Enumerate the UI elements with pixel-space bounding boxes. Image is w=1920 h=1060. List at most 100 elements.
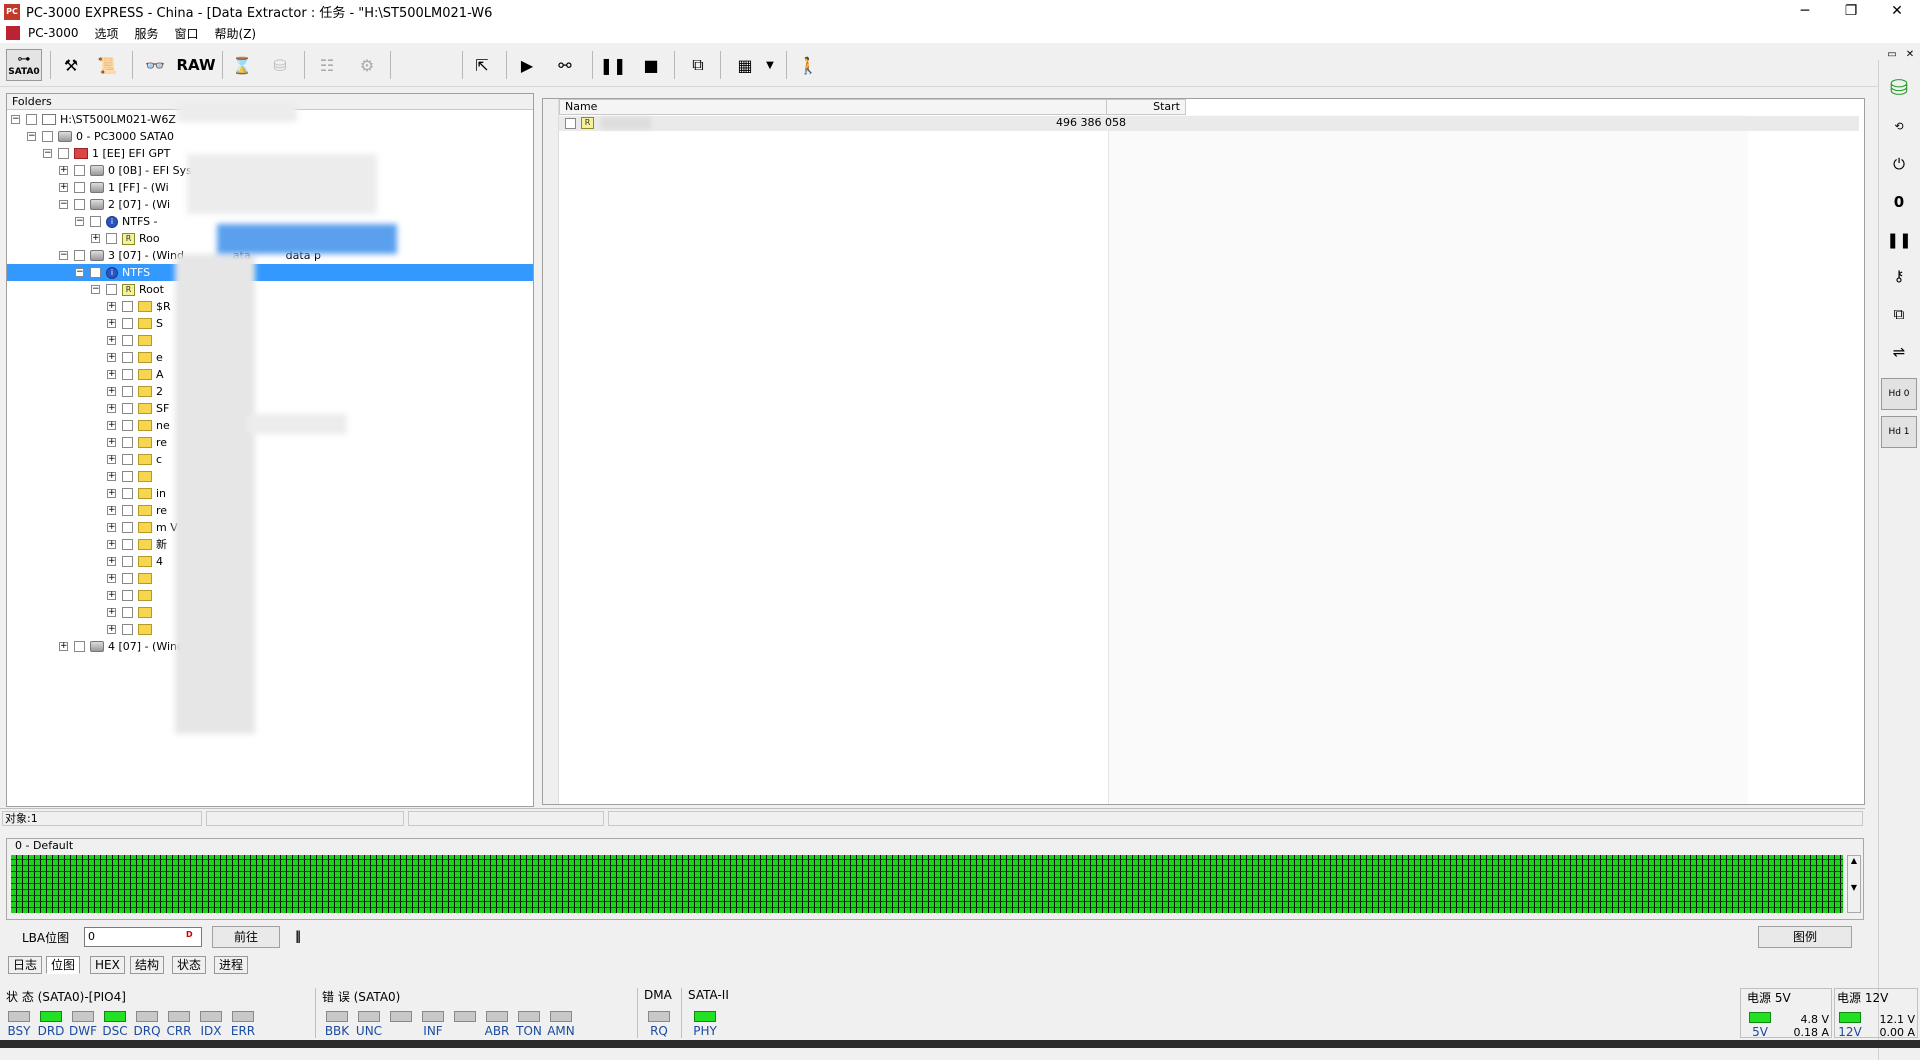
minimize-button[interactable]: ─	[1782, 0, 1828, 23]
tab-bitmap[interactable]: 位图	[46, 956, 81, 974]
tree-row[interactable]: + in	[7, 485, 166, 502]
sata-port-button[interactable]: ⊶ SATA0	[6, 49, 42, 81]
tree-checkbox[interactable]	[122, 573, 133, 584]
tree-checkbox[interactable]	[122, 301, 133, 312]
cable-icon[interactable]: ⇌	[1881, 336, 1917, 368]
expand-icon[interactable]: +	[91, 234, 100, 243]
tree-row[interactable]: +	[7, 587, 156, 604]
reset-icon[interactable]: ⟲	[1881, 110, 1917, 142]
view-mode-icon[interactable]: ▦	[728, 49, 762, 81]
expand-icon[interactable]: +	[107, 387, 116, 396]
tree-row[interactable]: +	[7, 332, 156, 349]
collapse-icon[interactable]: −	[75, 268, 84, 277]
tree-checkbox[interactable]	[122, 505, 133, 516]
tree-checkbox[interactable]	[122, 488, 133, 499]
lba-input[interactable]: 0	[84, 927, 202, 947]
menu-window[interactable]: 窗口	[167, 25, 207, 42]
play-icon[interactable]: ▶	[514, 49, 540, 81]
tree-row[interactable]: + $R	[7, 298, 171, 315]
tree-row[interactable]: +4 [07] - (Wind	[7, 638, 184, 655]
tree-checkbox[interactable]	[122, 607, 133, 618]
expand-icon[interactable]: +	[107, 370, 116, 379]
expand-icon[interactable]: +	[107, 302, 116, 311]
tree-checkbox[interactable]	[90, 216, 101, 227]
tree-checkbox[interactable]	[106, 284, 117, 295]
collapse-icon[interactable]: −	[59, 200, 68, 209]
tab-hex[interactable]: HEX	[90, 956, 125, 974]
restore-button[interactable]: ❐	[1828, 0, 1874, 23]
expand-icon[interactable]: +	[107, 608, 116, 617]
tab-structure[interactable]: 结构	[130, 956, 165, 974]
collapse-icon[interactable]: −	[27, 132, 36, 141]
tree-row[interactable]: + re	[7, 434, 167, 451]
menu-help[interactable]: 帮助(Z)	[207, 25, 265, 42]
close-button[interactable]: ✕	[1874, 0, 1920, 23]
tools-icon[interactable]: ⚒	[58, 49, 84, 81]
collapse-icon[interactable]: −	[11, 115, 20, 124]
tree-row[interactable]: +2	[7, 383, 163, 400]
tab-process[interactable]: 进程	[214, 956, 249, 974]
stop-icon[interactable]: ■	[638, 49, 664, 81]
tree-row[interactable]: − i NTFS -	[7, 213, 158, 230]
menu-service[interactable]: 服务	[127, 25, 167, 42]
pause-side-icon[interactable]: ❚❚	[1881, 224, 1917, 256]
tree-checkbox[interactable]	[122, 471, 133, 482]
hd0-icon[interactable]: Hd 0	[1881, 378, 1917, 410]
tree-checkbox[interactable]	[74, 165, 85, 176]
expand-icon[interactable]: +	[107, 557, 116, 566]
tree-row[interactable]: +	[7, 604, 156, 621]
lba-bitmap-grid[interactable]	[11, 855, 1843, 913]
copy-icon[interactable]: ⧉	[1881, 298, 1917, 330]
network-icon[interactable]: ⚯	[548, 49, 582, 81]
tree-checkbox[interactable]	[42, 131, 53, 142]
tree-checkbox[interactable]	[122, 522, 133, 533]
tree-checkbox[interactable]	[106, 233, 117, 244]
tree-checkbox[interactable]	[122, 556, 133, 567]
expand-icon[interactable]: +	[107, 591, 116, 600]
tree-checkbox[interactable]	[122, 403, 133, 414]
expand-icon[interactable]: +	[107, 438, 116, 447]
menu-options[interactable]: 选项	[86, 25, 126, 42]
binoculars-icon[interactable]: 👓	[142, 49, 168, 81]
tree-checkbox[interactable]	[74, 199, 85, 210]
expand-icon[interactable]: +	[107, 506, 116, 515]
tab-log[interactable]: 日志	[8, 956, 43, 974]
expand-icon[interactable]: +	[107, 489, 116, 498]
tree-row[interactable]: +	[7, 468, 156, 485]
tree-row[interactable]: − i NTFS	[7, 264, 533, 281]
expand-icon[interactable]: +	[107, 625, 116, 634]
tree-checkbox[interactable]	[122, 386, 133, 397]
tree-checkbox[interactable]	[58, 148, 69, 159]
list-item[interactable]: R 496 386 058	[559, 116, 1859, 131]
tree-row[interactable]: − 0 - PC3000 SATA0	[7, 128, 174, 145]
power-plug-icon[interactable]: ⏻	[1881, 148, 1917, 180]
tree-checkbox[interactable]	[74, 182, 85, 193]
tree-checkbox[interactable]	[122, 420, 133, 431]
tree-row[interactable]: − 1 [EE] EFI GPT	[7, 145, 170, 162]
hd1-icon[interactable]: Hd 1	[1881, 416, 1917, 448]
expand-icon[interactable]: +	[107, 472, 116, 481]
tree-checkbox[interactable]	[122, 437, 133, 448]
expand-icon[interactable]: +	[107, 540, 116, 549]
tree-checkbox[interactable]	[122, 318, 133, 329]
collapse-icon[interactable]: −	[75, 217, 84, 226]
tree-row[interactable]: + e	[7, 349, 163, 366]
pause-bitmap-button[interactable]: ‖	[286, 926, 310, 948]
tab-status[interactable]: 状态	[172, 956, 207, 974]
tree-row[interactable]: + ne	[7, 417, 170, 434]
tree-checkbox[interactable]	[90, 267, 101, 278]
export-icon[interactable]: ⇱	[468, 49, 496, 81]
tree-row[interactable]: +	[7, 621, 156, 638]
chevron-down-icon[interactable]: ▼	[762, 49, 778, 81]
decimal-toggle-icon[interactable]: D	[186, 930, 193, 939]
hourglass-drive-icon[interactable]: ⌛	[228, 49, 256, 81]
list-item-checkbox[interactable]	[565, 118, 576, 129]
collapse-icon[interactable]: −	[91, 285, 100, 294]
tree-checkbox[interactable]	[122, 454, 133, 465]
expand-icon[interactable]: +	[107, 574, 116, 583]
column-start-header[interactable]: Start	[1106, 99, 1186, 115]
mdi-close-button[interactable]: ✕	[1902, 49, 1918, 60]
tree-checkbox[interactable]	[74, 250, 85, 261]
expand-icon[interactable]: +	[107, 421, 116, 430]
expand-icon[interactable]: +	[107, 336, 116, 345]
